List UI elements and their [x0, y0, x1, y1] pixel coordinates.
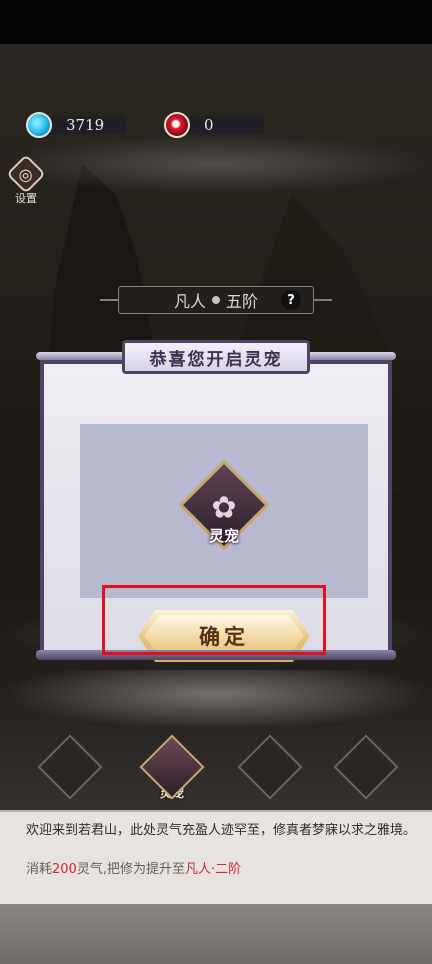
cost-amount: 200: [52, 862, 77, 877]
location-description: 欢迎来到若君山，此处灵气充盈人迹罕至，修真者梦寐以求之雅境。: [26, 823, 417, 838]
dialog-title-plate: 恭喜您开启灵宠: [122, 340, 310, 374]
cost-prefix: 消耗: [26, 862, 53, 877]
pet-slot-locked[interactable]: [332, 734, 400, 808]
pet-slot-spirit-pet[interactable]: 灵宠: [138, 734, 206, 808]
cost-middle: 灵气,把修为提升至: [76, 862, 185, 877]
red-orb-counter: 0: [164, 112, 264, 138]
rank-ornament-left: [100, 299, 118, 301]
upgrade-cost-text: 消耗200灵气,把修为提升至凡人·二阶: [26, 858, 416, 877]
pet-slot-locked[interactable]: [236, 734, 304, 808]
bottom-area: [0, 904, 432, 964]
rank-separator: [212, 296, 220, 304]
gear-icon: ◎: [6, 154, 46, 194]
dialog-title: 恭喜您开启灵宠: [149, 349, 283, 370]
pet-slot-locked[interactable]: [36, 734, 104, 808]
highlight-box: [102, 585, 326, 655]
red-orb-icon: [164, 112, 190, 138]
settings-button[interactable]: ◎ 设置: [6, 154, 46, 208]
spirit-pet-glyph-icon: ✿: [211, 490, 237, 526]
cloud-strip: [0, 670, 432, 730]
realm-stage: 五阶: [226, 292, 259, 311]
locked-pet-icon: [237, 734, 303, 800]
locked-pet-icon: [333, 734, 399, 800]
realm-rank-banner: 凡人 五阶 ?: [118, 286, 314, 314]
rank-ornament-right: [314, 299, 332, 301]
counter-pill: [178, 116, 264, 134]
pet-slot-row: 灵宠: [36, 734, 408, 808]
spirit-stone-counter: 3719: [26, 112, 126, 138]
spirit-stone-icon: [26, 112, 52, 138]
reward-item-label: 灵宠: [208, 527, 240, 545]
reward-panel: ✿ 灵宠: [80, 424, 368, 598]
help-icon[interactable]: ?: [281, 290, 301, 310]
settings-label: 设置: [15, 192, 37, 205]
info-panel: 欢迎来到若君山，此处灵气充盈人迹罕至，修真者梦寐以求之雅境。 消耗200灵气,把…: [0, 810, 432, 904]
status-bar: [0, 0, 432, 44]
locked-pet-icon: [37, 734, 103, 800]
cost-target: 凡人·二阶: [184, 862, 242, 877]
spirit-stone-value: 3719: [66, 116, 105, 134]
red-orb-value: 0: [204, 116, 214, 134]
realm-name: 凡人: [173, 292, 206, 311]
